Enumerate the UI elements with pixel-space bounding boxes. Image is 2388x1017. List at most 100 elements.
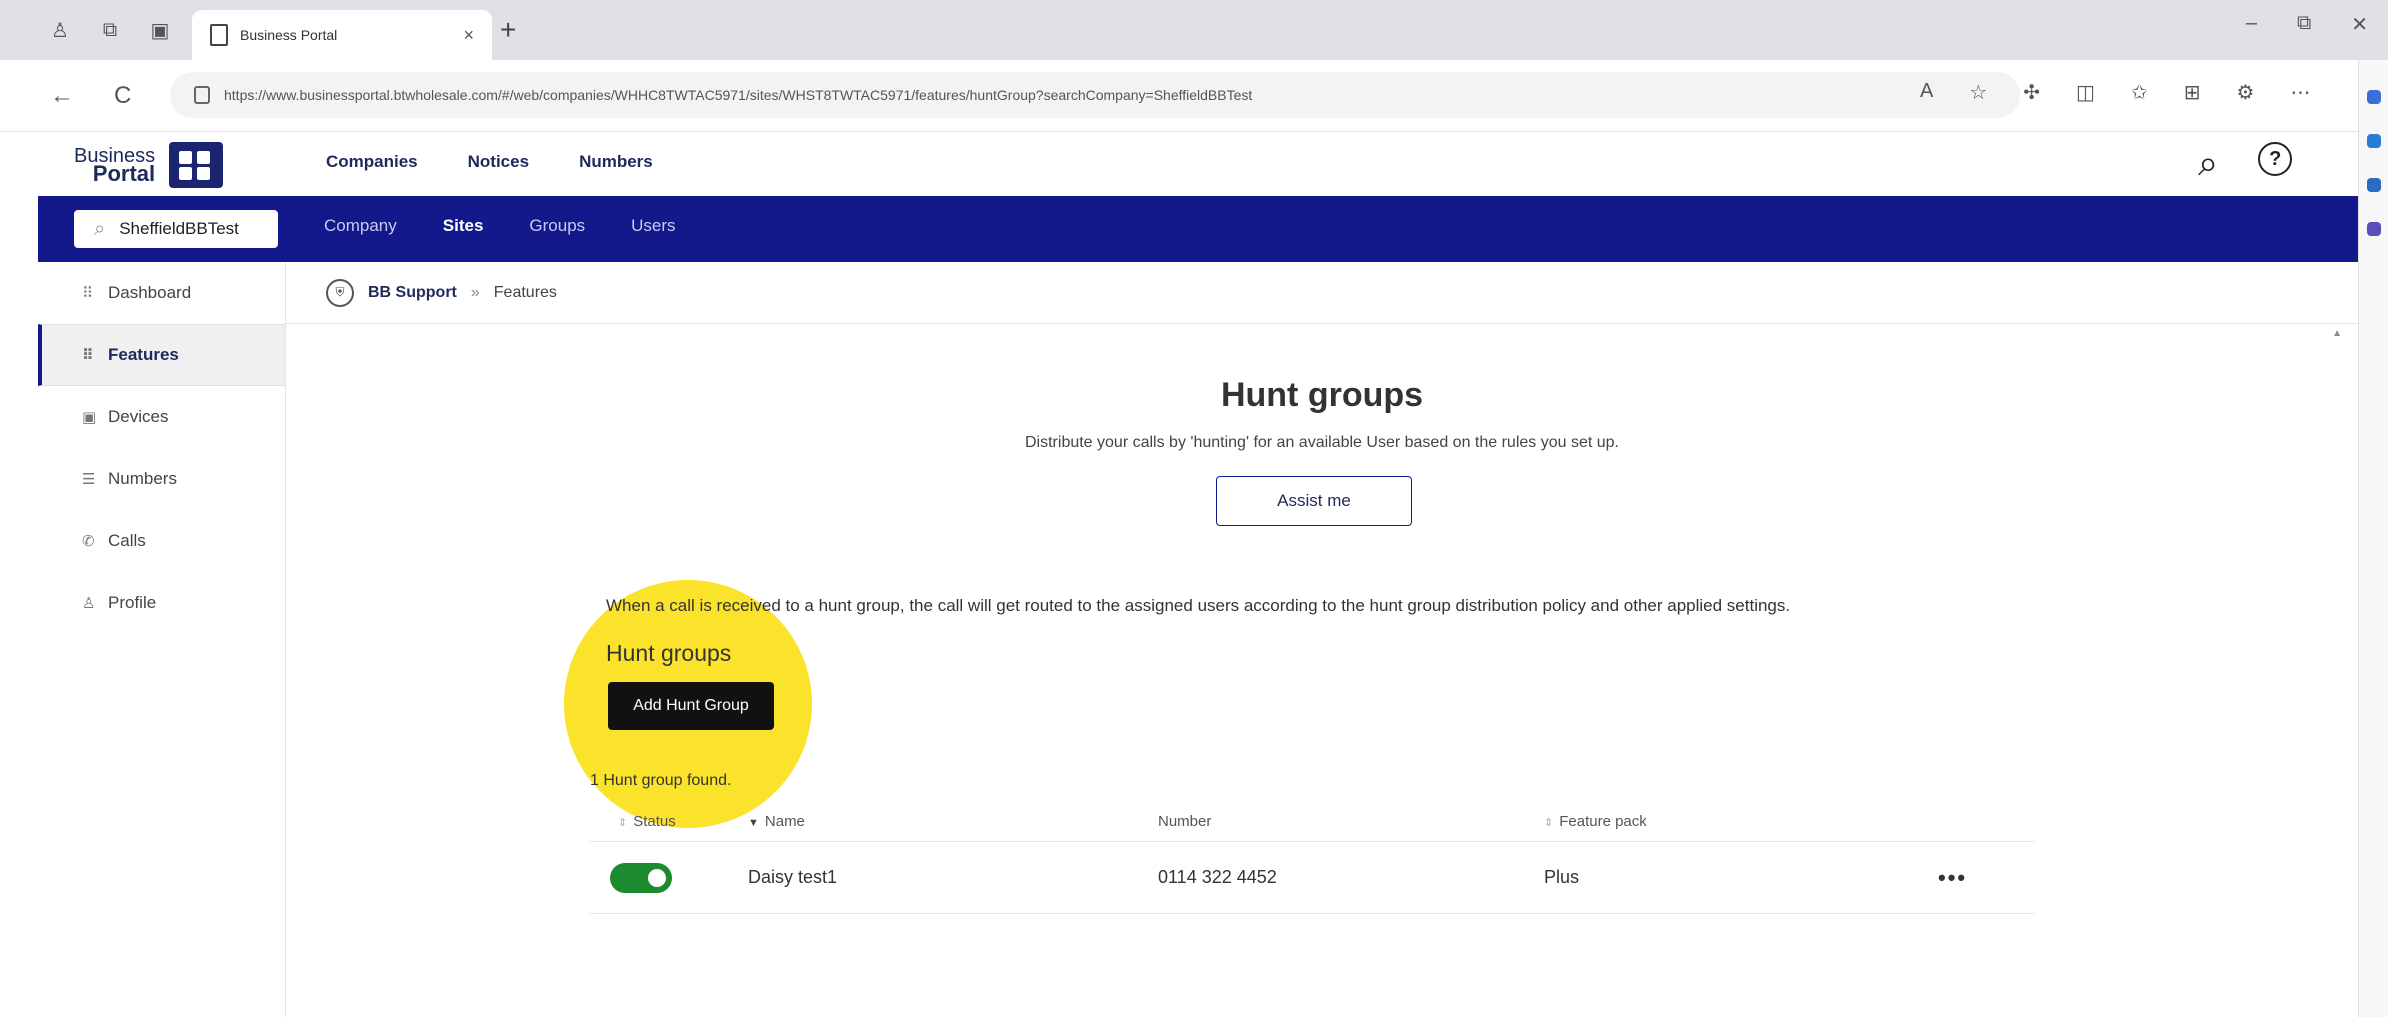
more-menu-icon[interactable]: ⋯ [2290, 80, 2310, 105]
header-icons: ⌕ ? [2198, 142, 2293, 185]
sidebar-item-label: Profile [108, 592, 157, 612]
new-tab-button[interactable]: + [500, 14, 516, 46]
page-info-icon[interactable] [194, 86, 210, 104]
devices-icon: ▣ [82, 408, 97, 426]
breadcrumb-site[interactable]: BB Support [368, 284, 457, 302]
hunt-groups-section-label: Hunt groups [606, 640, 732, 666]
sidebar: ⠿ Dashboard ⠿ Features ▣ Devices ☰ Numbe… [38, 262, 286, 1017]
company-search-value: SheffieldBBTest [119, 219, 239, 238]
page-subtitle: Distribute your calls by 'hunting' for a… [1025, 434, 1619, 451]
column-status[interactable]: ⇕ Status [590, 813, 748, 830]
app-header: Business Portal Companies Notices Number… [38, 132, 2358, 196]
site-subnav: ⌕ SheffieldBBTest Company Sites Groups U… [38, 196, 2358, 262]
address-bar[interactable]: https://www.businessportal.btwholesale.c… [170, 72, 2020, 118]
add-hunt-group-button[interactable]: Add Hunt Group [608, 682, 774, 730]
window-controls: – ⧉ ✕ [2246, 12, 2368, 37]
sort-down-icon: ▼ [748, 817, 759, 829]
table-header: ⇕ Status ▼ Name Number ⇕ Feature pack [590, 802, 2034, 842]
site-shield-icon: ⛨ [326, 278, 354, 307]
top-nav: Companies Notices Numbers [326, 152, 653, 172]
browser-address-row: ← C https://www.businessportal.btwholesa… [0, 60, 2388, 132]
hunt-group-info-text: When a call is received to a hunt group,… [606, 596, 1791, 615]
edge-sidebar [2358, 60, 2388, 1017]
grid-icon: ⠿ [82, 284, 93, 302]
sort-icon: ⇕ [1544, 817, 1554, 829]
column-name[interactable]: ▼ Name [748, 813, 1158, 830]
nav-companies[interactable]: Companies [326, 152, 418, 172]
sidebar-item-calls[interactable]: ✆ Calls [38, 510, 285, 572]
browser-toolbar-icons: A ☆ ✣ ◫ ✩ ⊞ ⚙ ⋯ [1920, 80, 2310, 105]
edge-office-icon[interactable] [2366, 178, 2381, 192]
company-search-input[interactable]: ⌕ SheffieldBBTest [74, 210, 278, 248]
split-screen-icon[interactable]: ◫ [2076, 80, 2095, 105]
hunt-group-name[interactable]: Daisy test1 [748, 867, 1158, 888]
refresh-icon[interactable]: C [114, 82, 131, 110]
column-number: Number [1158, 813, 1544, 830]
business-portal-logo[interactable]: Business Portal [74, 142, 224, 188]
column-name-label: Name [764, 813, 805, 830]
company-search-icon: ⌕ [94, 217, 106, 240]
assist-me-button[interactable]: Assist me [1216, 476, 1412, 526]
sidebar-item-features[interactable]: ⠿ Features [38, 324, 285, 386]
favorite-star-icon[interactable]: ☆ [1969, 80, 1987, 105]
edge-search-icon[interactable] [2366, 90, 2381, 104]
column-number-label: Number [1158, 813, 1212, 830]
edge-outlook-icon[interactable] [2366, 134, 2381, 148]
page-favicon-icon [210, 24, 228, 46]
status-cell [590, 862, 748, 893]
sidebar-item-label: Numbers [108, 468, 177, 488]
column-feature-pack[interactable]: ⇕ Feature pack [1544, 813, 1938, 830]
close-window-button[interactable]: ✕ [2351, 12, 2368, 37]
status-toggle[interactable] [610, 862, 672, 893]
sidebar-item-label: Calls [108, 530, 146, 550]
column-status-label: Status [633, 813, 676, 830]
column-feature-pack-label: Feature pack [1559, 813, 1647, 830]
main-content: ▲ Hunt groups Distribute your calls by '… [286, 324, 2358, 1017]
help-icon[interactable]: ? [2258, 142, 2293, 176]
favorites-icon[interactable]: ✩ [2131, 80, 2148, 105]
tab-actions-icon[interactable]: ▣ [140, 10, 180, 50]
results-count: 1 Hunt group found. [590, 772, 732, 789]
row-more-menu-icon[interactable]: ••• [1938, 865, 2034, 891]
scroll-up-arrow-icon[interactable]: ▲ [2332, 328, 2342, 339]
url-text: https://www.businessportal.btwholesale.c… [224, 87, 1253, 103]
user-icon: ♙ [82, 594, 96, 612]
logo-text: Business Portal [74, 146, 155, 185]
logo-mark-icon [169, 142, 224, 188]
features-icon: ⠿ [82, 347, 94, 364]
collections-toolbar-icon[interactable]: ⊞ [2184, 80, 2201, 105]
hunt-group-number: 0114 322 4452 [1158, 867, 1277, 887]
collections-icon[interactable]: ⧉ [90, 10, 130, 50]
close-tab-icon[interactable]: × [463, 25, 474, 46]
subnav-tabs: Company Sites Groups Users [324, 216, 676, 236]
tab-users[interactable]: Users [631, 216, 675, 236]
sidebar-item-dashboard[interactable]: ⠿ Dashboard [38, 262, 285, 324]
table-row[interactable]: Daisy test1 0114 322 4452 Plus ••• [590, 842, 2034, 914]
sidebar-item-label: Dashboard [108, 282, 192, 302]
edge-games-icon[interactable] [2366, 222, 2381, 236]
page-title: Hunt groups [1220, 376, 1424, 414]
sidebar-item-label: Devices [108, 406, 169, 426]
nav-notices[interactable]: Notices [468, 152, 529, 172]
tab-groups[interactable]: Groups [529, 216, 585, 236]
sort-icon: ⇕ [618, 817, 628, 829]
extensions-icon[interactable]: ✣ [2023, 80, 2040, 105]
minimize-button[interactable]: – [2246, 12, 2257, 37]
tab-company[interactable]: Company [324, 216, 397, 236]
tab-sites[interactable]: Sites [443, 216, 484, 236]
sidebar-item-profile[interactable]: ♙ Profile [38, 572, 285, 634]
sidebar-item-numbers[interactable]: ☰ Numbers [38, 448, 285, 510]
browser-tab[interactable]: Business Portal × [192, 10, 492, 60]
back-icon[interactable]: ← [50, 82, 74, 110]
copilot-icon[interactable]: ⚙ [2236, 80, 2254, 105]
sidebar-item-label: Features [108, 345, 179, 364]
read-aloud-icon[interactable]: A [1920, 80, 1933, 105]
breadcrumb-separator: » [470, 283, 480, 301]
nav-numbers[interactable]: Numbers [579, 152, 653, 172]
profile-icon[interactable]: ♙ [40, 10, 80, 50]
sidebar-item-devices[interactable]: ▣ Devices [38, 386, 285, 448]
restore-button[interactable]: ⧉ [2297, 12, 2311, 37]
search-icon[interactable]: ⌕ [2198, 142, 2218, 185]
breadcrumb: ⛨ BB Support » Features [286, 262, 2358, 324]
numbers-icon: ☰ [82, 470, 96, 488]
